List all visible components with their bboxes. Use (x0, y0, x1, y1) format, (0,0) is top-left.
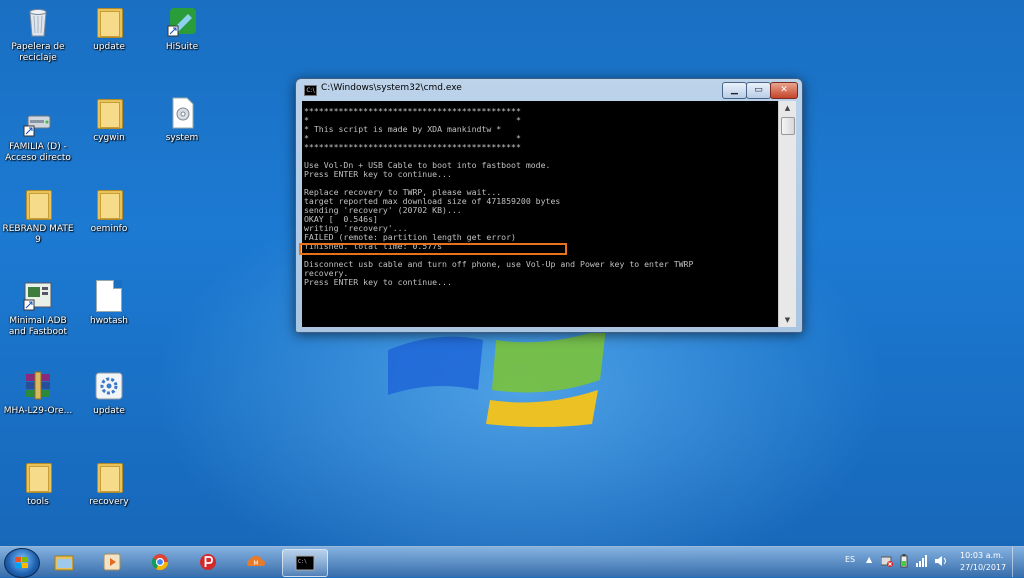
folder-icon (22, 188, 54, 220)
desktop-icon-rebrand-folder[interactable]: REBRAND MATE 9 (0, 188, 76, 246)
folder-icon (93, 6, 125, 38)
language-indicator[interactable]: ES (845, 555, 855, 564)
taskbar-psiphon-button[interactable] (186, 549, 230, 575)
vertical-scrollbar[interactable]: ▲ ▼ (778, 101, 796, 327)
desktop-icon-oeminfo-folder[interactable]: oeminfo (71, 188, 147, 235)
window-title: C:\Windows\system32\cmd.exe (321, 83, 462, 93)
svg-text:M: M (253, 560, 258, 567)
desktop-icon-update-folder[interactable]: update (71, 6, 147, 53)
chrome-icon (151, 554, 169, 571)
folder-icon (93, 461, 125, 493)
desktop-icon-recycle-bin[interactable]: Papelera de reciclaje (0, 6, 76, 64)
file-icon (166, 97, 198, 129)
desktop-icon-label: cygwin (93, 133, 125, 143)
desktop-icon-label: oeminfo (90, 224, 128, 234)
psiphon-icon (200, 554, 216, 570)
console-output[interactable]: ****************************************… (302, 101, 778, 327)
cmd-icon: C:\ (295, 555, 315, 571)
media-player-icon (103, 553, 121, 571)
mega-icon: M (247, 556, 265, 567)
desktop-icon-label: hwotash (89, 316, 128, 326)
window-titlebar[interactable]: C:\ C:\Windows\system32\cmd.exe ▁ ▭ ✕ (296, 79, 802, 101)
scrollbar-thumb[interactable] (781, 117, 795, 135)
windows-explorer-icon (54, 555, 74, 571)
taskbar: M C:\ ES ▲ 10:03 a.m. 27/10/2017 (0, 546, 1024, 578)
desktop-icon-label: REBRAND MATE 9 (2, 224, 74, 245)
minimize-button[interactable]: ▁ (722, 82, 747, 99)
cmd-icon: C:\ (304, 85, 317, 96)
folder-icon (93, 97, 125, 129)
desktop-icon-label: tools (27, 497, 49, 507)
config-file-icon (93, 370, 125, 402)
taskbar-chrome-button[interactable] (138, 549, 182, 575)
volume-icon[interactable] (934, 555, 948, 567)
windows-logo-icon (15, 557, 28, 568)
console-text: ****************************************… (304, 106, 694, 287)
taskbar-mega-button[interactable]: M (234, 549, 278, 575)
desktop-icon-label: Minimal ADB and Fastboot (8, 316, 68, 337)
desktop-icon-cygwin-folder[interactable]: cygwin (71, 97, 147, 144)
desktop-icon-mha-archive[interactable]: MHA-L29-Ore... (0, 370, 76, 417)
scroll-down-arrow-icon[interactable]: ▼ (779, 313, 796, 327)
adb-shortcut-icon (22, 280, 54, 312)
recycle-bin-icon (22, 6, 54, 38)
show-hidden-icons-icon[interactable]: ▲ (866, 555, 872, 564)
desktop-icon-label: update (93, 42, 125, 52)
scroll-up-arrow-icon[interactable]: ▲ (779, 101, 796, 115)
clock-time[interactable]: 10:03 a.m. (960, 551, 1003, 560)
desktop-icon-update-config[interactable]: update (71, 370, 147, 417)
desktop-icon-system-file[interactable]: system (144, 97, 220, 144)
hisuite-icon (166, 6, 198, 38)
desktop-icon-label: FAMILIA (D) - Acceso directo (5, 142, 71, 163)
blank-file-icon (93, 280, 125, 312)
desktop-icon-label: recovery (89, 497, 129, 507)
drive-shortcut-icon (22, 106, 54, 138)
desktop-icon-minimal-adb[interactable]: Minimal ADB and Fastboot (0, 280, 76, 338)
signal-icon[interactable] (916, 555, 928, 567)
windows-wallpaper-logo (388, 328, 606, 427)
folder-icon (93, 188, 125, 220)
taskbar-media-player-button[interactable] (90, 549, 134, 575)
desktop-icon-recovery-folder[interactable]: recovery (71, 461, 147, 508)
desktop-icon-tools-folder[interactable]: tools (0, 461, 76, 508)
network-error-icon[interactable] (881, 555, 893, 567)
desktop-icon-hisuite[interactable]: HiSuite (144, 6, 220, 53)
cmd-window[interactable]: C:\ C:\Windows\system32\cmd.exe ▁ ▭ ✕ **… (295, 78, 803, 333)
start-button[interactable] (4, 548, 40, 578)
close-button[interactable]: ✕ (770, 82, 798, 99)
clock-date[interactable]: 27/10/2017 (960, 563, 1006, 572)
desktop-icon-label: system (165, 133, 199, 143)
desktop-icon-familia-drive[interactable]: FAMILIA (D) - Acceso directo (0, 106, 76, 164)
folder-icon (22, 461, 54, 493)
maximize-button[interactable]: ▭ (746, 82, 771, 99)
desktop-icon-hwotash-file[interactable]: hwotash (71, 280, 147, 327)
taskbar-cmd-button[interactable]: C:\ (282, 549, 328, 577)
show-desktop-button[interactable] (1012, 547, 1024, 577)
battery-icon[interactable] (899, 554, 909, 568)
svg-text:C:\: C:\ (298, 559, 307, 565)
desktop-icon-label: HiSuite (165, 42, 199, 52)
desktop-icon-label: Papelera de reciclaje (11, 42, 65, 63)
taskbar-explorer-button[interactable] (42, 549, 86, 575)
desktop-icon-label: update (93, 406, 125, 416)
desktop-icon-label: MHA-L29-Ore... (3, 406, 73, 416)
winrar-archive-icon (22, 370, 54, 402)
